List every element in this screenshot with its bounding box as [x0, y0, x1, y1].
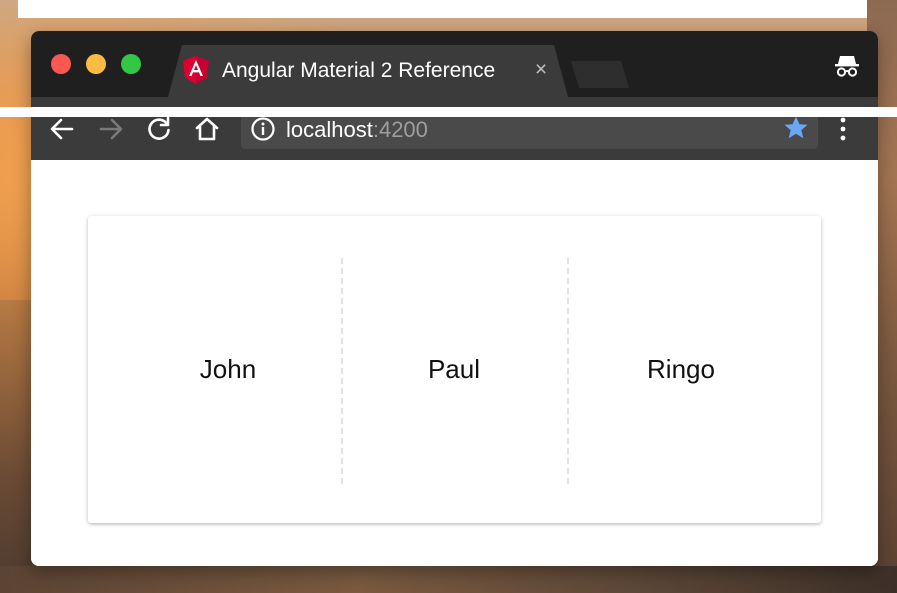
window-seam — [0, 107, 897, 117]
list-item: John — [199, 354, 257, 384]
incognito-icon — [835, 56, 859, 77]
address-bar-url[interactable]: localhost:4200 — [286, 117, 428, 143]
wallpaper-top-band — [18, 0, 897, 18]
angular-icon — [183, 56, 209, 84]
new-tab-button[interactable] — [571, 61, 629, 88]
info-icon[interactable] — [250, 116, 276, 142]
window-zoom-button[interactable] — [121, 54, 141, 74]
tab-close-icon[interactable]: × — [530, 59, 552, 81]
tab-title: Angular Material 2 Reference — [222, 59, 496, 82]
window-minimize-button[interactable] — [86, 54, 106, 74]
url-host: localhost — [286, 117, 373, 142]
home-icon[interactable] — [193, 115, 221, 143]
kebab-menu-icon[interactable] — [836, 115, 850, 143]
window-close-button[interactable] — [51, 54, 71, 74]
page-viewport: John Paul Ringo — [31, 160, 878, 566]
wallpaper-bottom — [0, 566, 897, 593]
arrow-left-icon[interactable] — [48, 115, 76, 143]
list-card: John Paul Ringo — [88, 216, 821, 523]
star-icon[interactable] — [783, 115, 809, 141]
url-port: :4200 — [372, 117, 428, 142]
list-item: Paul — [427, 354, 481, 384]
wallpaper-rock-left — [0, 300, 32, 593]
arrow-right-icon[interactable] — [97, 115, 125, 143]
title-bar: Angular Material 2 Reference × — [31, 31, 878, 97]
list-item: Ringo — [647, 354, 715, 384]
reload-icon[interactable] — [145, 115, 173, 143]
